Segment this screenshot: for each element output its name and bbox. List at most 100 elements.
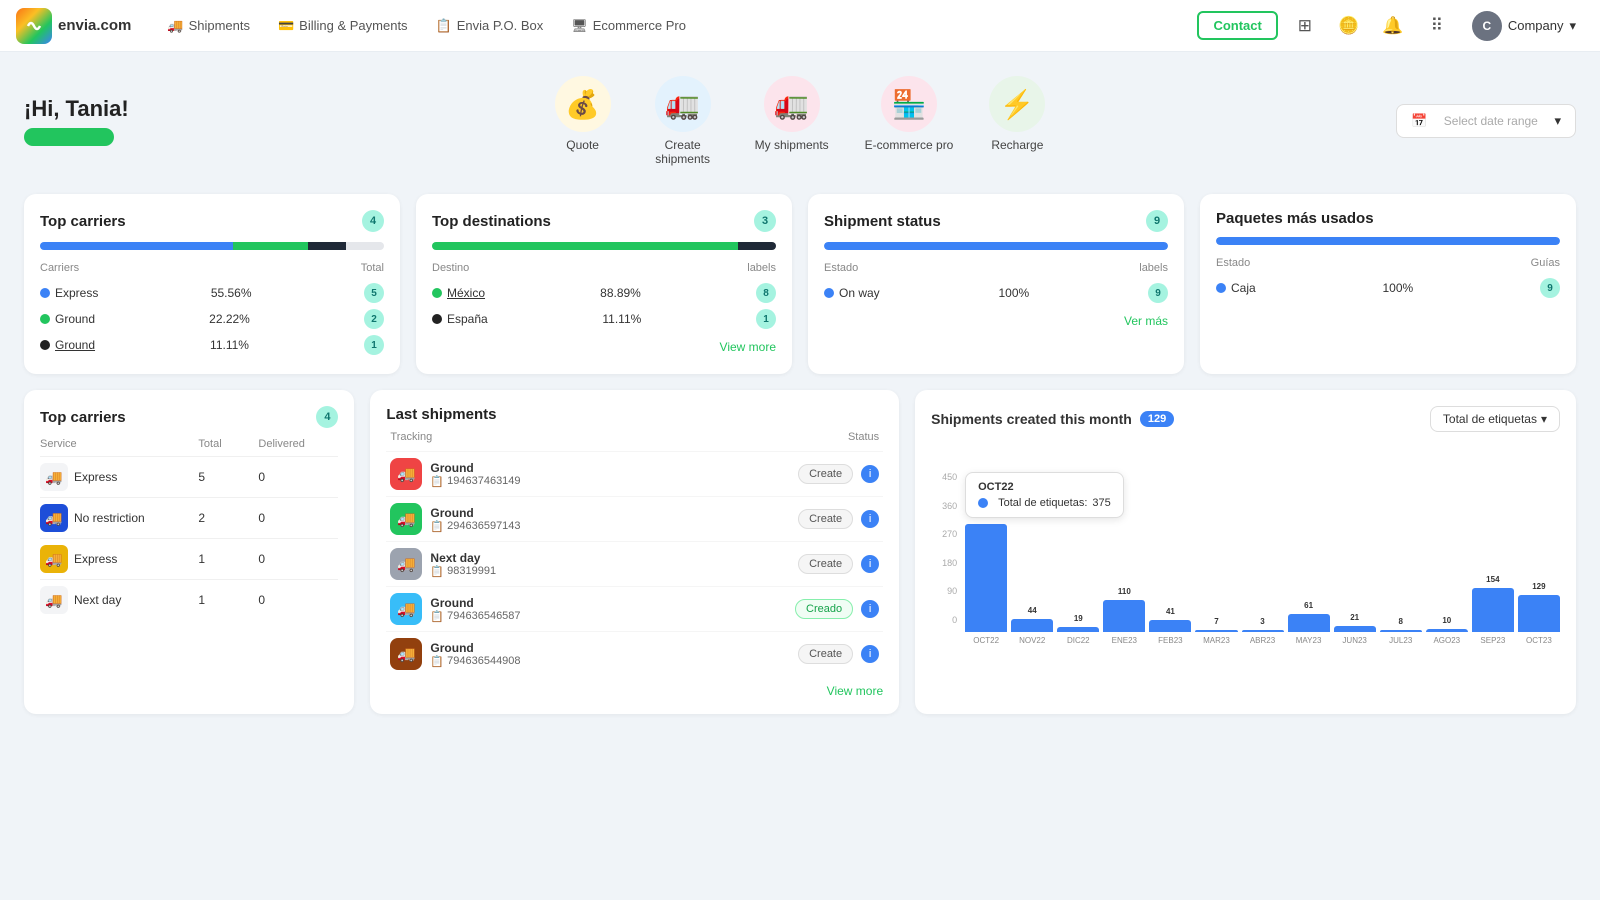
dest-row-1: México 88.89% 8 — [432, 280, 776, 306]
action-my-shipments[interactable]: 🚛 My shipments — [739, 68, 845, 174]
action-create-shipments[interactable]: 🚛 Create shipments — [631, 68, 735, 174]
info-icon-4[interactable]: i — [861, 600, 879, 618]
chart-total-badge: 129 — [1140, 411, 1174, 427]
chart-bar-wrap-1: 44 — [1011, 619, 1053, 632]
shipment-carrier-2: Ground — [430, 506, 790, 520]
top-carriers-title: Top carriers — [40, 213, 126, 230]
chart-x-label-1: NOV22 — [1011, 636, 1053, 645]
dot-ground-green — [40, 314, 50, 324]
company-label: Company — [1508, 18, 1564, 33]
chart-x-labels: OCT22NOV22DIC22ENE23FEB23MAR23ABR23MAY23… — [965, 636, 1560, 645]
chart-bar-5[interactable]: 7 — [1195, 630, 1237, 632]
shipment-tracking-4: 📋 794636546587 — [430, 610, 787, 623]
chart-bar-6[interactable]: 3 — [1242, 630, 1284, 632]
paquetes-col2: Guías — [1531, 257, 1560, 269]
chart-bar-8[interactable]: 21 — [1334, 626, 1376, 632]
action-create-shipments-label: Create shipments — [647, 138, 719, 166]
service-icon-1: 🚚 — [40, 463, 68, 491]
carriers-col2: Total — [361, 262, 384, 274]
service-icon-4: 🚚 — [40, 586, 68, 614]
ecommerce-action-icon: 🏪 — [881, 76, 937, 132]
chart-bar-1[interactable]: 44 — [1011, 619, 1053, 632]
dot-ground-dark — [40, 340, 50, 350]
action-recharge[interactable]: ⚡ Recharge — [973, 68, 1061, 174]
shipment-status-progress — [824, 242, 1168, 250]
action-my-shipments-label: My shipments — [755, 138, 829, 152]
service-icon-2: 🚚 — [40, 504, 68, 532]
chart-bar-value-10: 10 — [1442, 616, 1451, 625]
paquete-row-1: Caja 100% 9 — [1216, 275, 1560, 301]
notification-icon[interactable]: 🔔 — [1376, 9, 1410, 43]
chart-bar-10[interactable]: 10 — [1426, 629, 1468, 632]
svc-col3: Delivered — [258, 438, 338, 450]
chart-bars-container: OCT22 Total de etiquetas: 375 3754419110… — [965, 472, 1560, 645]
my-shipments-icon: 🚛 — [764, 76, 820, 132]
dest-count-2: 1 — [756, 309, 776, 329]
chart-bar-7[interactable]: 61 — [1288, 614, 1330, 632]
shipments-view-more[interactable]: View more — [386, 684, 883, 698]
dest-name-1[interactable]: México — [447, 286, 485, 300]
paquete-count-1: 9 — [1540, 278, 1560, 298]
calculator-icon[interactable]: ⊞ — [1288, 9, 1322, 43]
nav-pobox[interactable]: 📋 Envia P.O. Box — [424, 12, 556, 40]
carrier-pct-3: 11.11% — [210, 338, 249, 352]
shipment-status-btn-1[interactable]: Create — [798, 464, 853, 484]
info-icon-5[interactable]: i — [861, 645, 879, 663]
date-picker-container: 📅 Select date range ▾ — [1356, 104, 1576, 138]
chart-bar-11[interactable]: 154 — [1472, 588, 1514, 632]
shipment-tracking-2: 📋 294636597143 — [430, 520, 790, 533]
logo[interactable]: envia.com — [16, 8, 131, 44]
action-quote[interactable]: 💰 Quote — [539, 68, 627, 174]
destinations-view-more[interactable]: View more — [432, 340, 776, 354]
apps-icon[interactable]: ⠿ — [1420, 9, 1454, 43]
contact-button[interactable]: Contact — [1197, 11, 1277, 40]
chart-x-label-8: JUN23 — [1334, 636, 1376, 645]
dot-express — [40, 288, 50, 298]
dest-pct-1: 88.89% — [600, 286, 641, 300]
chart-dropdown[interactable]: Total de etiquetas ▾ — [1430, 406, 1560, 432]
chart-x-label-3: ENE23 — [1103, 636, 1145, 645]
action-ecommerce[interactable]: 🏪 E-commerce pro — [849, 68, 970, 174]
date-picker-button[interactable]: 📅 Select date range ▾ — [1396, 104, 1576, 138]
dot-onway — [824, 288, 834, 298]
dest-pct-2: 11.11% — [602, 312, 641, 326]
info-icon-2[interactable]: i — [861, 510, 879, 528]
shipment-status-btn-2[interactable]: Create — [798, 509, 853, 529]
chart-bar-9[interactable]: 8 — [1380, 630, 1422, 632]
service-delivered-1: 0 — [258, 470, 338, 484]
service-total-4: 1 — [198, 593, 258, 607]
shipment-carrier-1: Ground — [430, 461, 790, 475]
chart-bar-wrap-5: 7 — [1195, 630, 1237, 632]
dot-mexico — [432, 288, 442, 298]
top-carriers-progress — [40, 242, 384, 250]
svc-col1: Service — [40, 438, 198, 450]
company-button[interactable]: C Company ▾ — [1464, 7, 1584, 45]
chart-bar-4[interactable]: 41 — [1149, 620, 1191, 632]
shipment-status-badge: 9 — [1146, 210, 1168, 232]
chart-bar-12[interactable]: 129 — [1518, 595, 1560, 632]
nav-ecommerce[interactable]: 🖥 Ecommerce Pro — [559, 12, 698, 40]
nav-shipments[interactable]: 🚚 Shipments — [155, 12, 262, 40]
shipment-status-btn-3[interactable]: Create — [798, 554, 853, 574]
chart-bar-3[interactable]: 110 — [1103, 600, 1145, 632]
chart-bar-wrap-4: 41 — [1149, 620, 1191, 632]
status-view-more[interactable]: Ver más — [824, 314, 1168, 328]
nav-billing[interactable]: 💳 Billing & Payments — [266, 12, 420, 40]
carrier-name-1: Express — [55, 286, 98, 300]
chart-area: 450360270180900 OCT22 Total de etiquetas… — [931, 472, 1560, 645]
chart-bar-value-9: 8 — [1398, 617, 1402, 626]
carrier-name-3[interactable]: Ground — [55, 338, 95, 352]
avatar: C — [1472, 11, 1502, 41]
chart-bar-2[interactable]: 19 — [1057, 627, 1099, 632]
service-row-3: 🚚 Express 1 0 — [40, 538, 338, 579]
chart-bar-value-2: 19 — [1074, 614, 1083, 623]
shipment-icon-4: 🚚 — [390, 593, 422, 625]
shipment-row-2: 🚚 Ground 📋 294636597143 Create i — [386, 496, 883, 541]
chart-bar-0[interactable]: 375 — [965, 524, 1007, 632]
info-icon-1[interactable]: i — [861, 465, 879, 483]
chart-bar-wrap-10: 10 — [1426, 629, 1468, 632]
shipment-status-btn-5[interactable]: Create — [798, 644, 853, 664]
last-shipments-title: Last shipments — [386, 406, 496, 423]
billing-icon[interactable]: 🪙 — [1332, 9, 1366, 43]
info-icon-3[interactable]: i — [861, 555, 879, 573]
